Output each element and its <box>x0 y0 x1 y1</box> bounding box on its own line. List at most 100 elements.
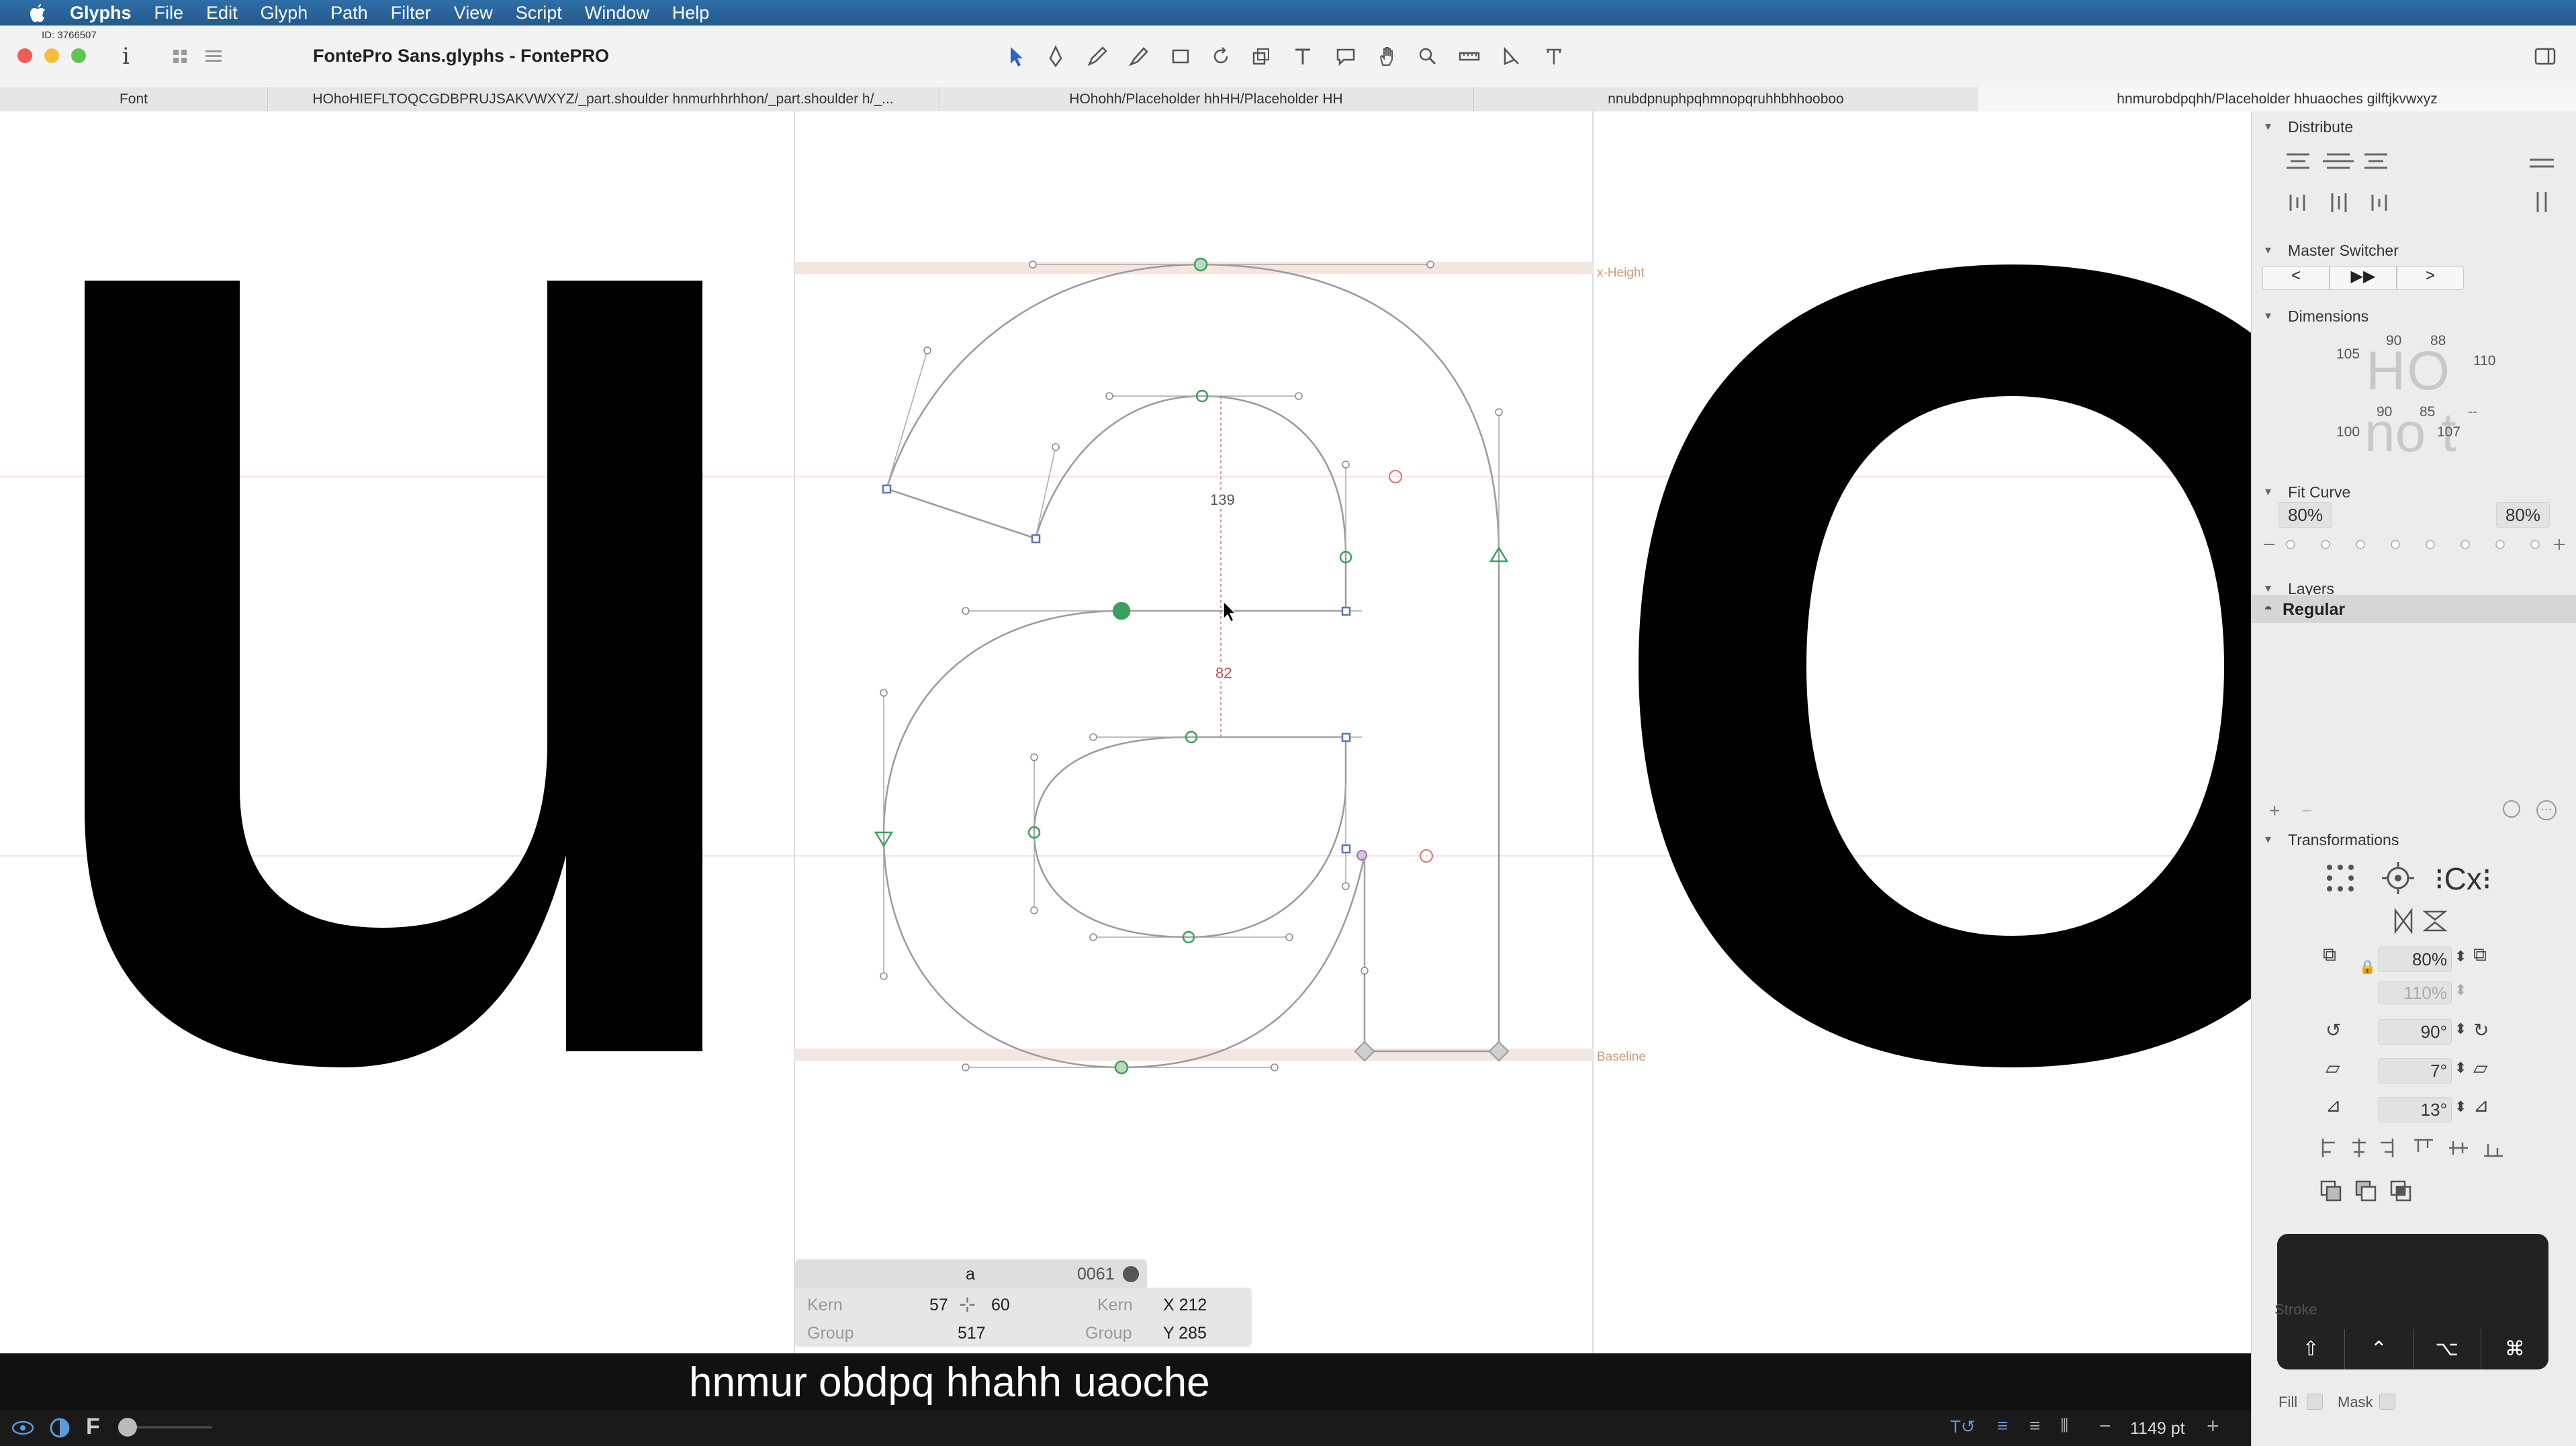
view-mode-toggle[interactable] <box>168 43 227 68</box>
layer-name[interactable]: Regular <box>2283 600 2345 620</box>
dim-t-bar[interactable]: -- <box>2468 404 2477 420</box>
dim-h-stem[interactable]: 105 <box>2336 346 2360 363</box>
unicode-info-icon[interactable] <box>1123 1266 1139 1282</box>
remove-layer-button[interactable]: − <box>2301 800 2312 822</box>
transform-center-x-icon[interactable]: ⁝Cx⁝ <box>2434 861 2491 897</box>
menu-file[interactable]: File <box>154 0 184 26</box>
text-tool-button[interactable] <box>1289 42 1316 71</box>
menu-edit[interactable]: Edit <box>206 0 238 26</box>
slant-right-icon[interactable]: ▱ <box>2473 1057 2488 1079</box>
text-direction-icon[interactable]: T↺ <box>1950 1416 1976 1437</box>
zoom-out-button[interactable]: − <box>2099 1415 2111 1438</box>
menu-script[interactable]: Script <box>516 0 562 26</box>
slant-stepper-icon[interactable]: ⬍ <box>2454 1059 2467 1077</box>
width-link-icon[interactable]: ⊹ <box>959 1293 976 1316</box>
play-masters-button[interactable]: ▶▶ <box>2330 266 2397 290</box>
tab-text-1[interactable]: HOhoHIEFLTOQCGDBPRUJSAKVWXYZ/_part.shoul… <box>267 87 939 111</box>
layer-row-regular[interactable]: ◓ Regular <box>2252 595 2576 623</box>
corner-nodes[interactable] <box>882 484 1351 854</box>
glyph-o[interactable] <box>1639 264 2251 1067</box>
on-curve-nodes[interactable] <box>874 257 1509 1075</box>
brush-tool-button[interactable] <box>1125 42 1152 71</box>
scale-lock-icon[interactable]: 🔒 <box>2359 959 2376 975</box>
layer-filter-icon[interactable] <box>2503 800 2520 818</box>
anchor-points[interactable] <box>1356 470 1433 863</box>
align-justify-icon[interactable]: ⦀ <box>2060 1415 2068 1437</box>
align-buttons[interactable] <box>2319 1136 2514 1160</box>
info-icon[interactable]: i <box>122 43 130 70</box>
skew-stepper-icon[interactable]: ⬍ <box>2454 1098 2467 1116</box>
tab-text-3[interactable]: nnubdpnuphpqhmnopqruhhbhhooboo <box>1473 87 1979 111</box>
skew-field[interactable]: 13° <box>2378 1097 2452 1122</box>
dim-o-bar[interactable]: 88 <box>2430 333 2446 349</box>
previous-master-button[interactable]: < <box>2262 266 2330 290</box>
master-switcher-title[interactable]: Master Switcher <box>2288 242 2399 260</box>
zoom-window-button[interactable] <box>71 48 86 63</box>
transformations-chevron-icon[interactable]: ▾ <box>2265 832 2271 847</box>
rotate-cw-icon[interactable]: ↻ <box>2473 1019 2489 1041</box>
fit-curve-title[interactable]: Fit Curve <box>2288 483 2350 501</box>
left-sidebearing[interactable]: 57 <box>929 1296 948 1315</box>
metrics-tool-button[interactable] <box>1540 42 1567 71</box>
glyph-canvas-svg[interactable] <box>0 111 2251 1353</box>
fit-curve-max-field[interactable]: 80% <box>2496 502 2550 528</box>
distribute-title[interactable]: Distribute <box>2288 118 2353 136</box>
x-coordinate[interactable]: X 212 <box>1163 1296 1207 1315</box>
dim-o-stem[interactable]: 110 <box>2473 353 2495 369</box>
dimensions-chevron-icon[interactable]: ▾ <box>2265 309 2271 323</box>
dim-o-lower-bar[interactable]: 85 <box>2420 404 2435 420</box>
menu-glyph[interactable]: Glyph <box>261 0 308 26</box>
apple-icon[interactable] <box>24 0 51 26</box>
hand-tool-button[interactable] <box>1374 42 1401 71</box>
scale-vertical-stepper-icon[interactable]: ⬍ <box>2454 981 2467 999</box>
transform-origin-grid-icon[interactable] <box>2321 862 2375 896</box>
align-left-icon[interactable]: ≡ <box>1997 1415 2008 1437</box>
distribute-icons[interactable] <box>2283 146 2558 213</box>
right-sidebearing[interactable]: 60 <box>991 1296 1010 1315</box>
draw-tool-button[interactable] <box>1084 42 1111 71</box>
dim-o-lower-stem[interactable]: 107 <box>2437 424 2460 440</box>
sidebar-toggle-button[interactable] <box>2532 42 2559 71</box>
dimensions-title[interactable]: Dimensions <box>2288 307 2368 326</box>
rotate-ccw-icon[interactable]: ↺ <box>2326 1019 2341 1041</box>
scale-vertical-field[interactable]: 110% <box>2378 981 2452 1004</box>
fill-checkbox[interactable] <box>2307 1394 2323 1410</box>
slant-field[interactable]: 7° <box>2378 1058 2452 1083</box>
menu-path[interactable]: Path <box>330 0 368 26</box>
zoom-tool-button[interactable] <box>1414 42 1441 71</box>
add-layer-button[interactable]: + <box>2269 800 2280 822</box>
mirror-icons[interactable] <box>2391 908 2452 934</box>
transformations-title[interactable]: Transformations <box>2288 831 2399 849</box>
dim-n-stem[interactable]: 100 <box>2336 424 2360 440</box>
menu-app-glyphs[interactable]: Glyphs <box>70 0 132 26</box>
glyph-name[interactable]: a <box>966 1265 975 1284</box>
glyph-unicode[interactable]: 0061 <box>1077 1265 1115 1284</box>
glyph-a-outline[interactable] <box>882 263 1500 1069</box>
annotation-tool-button[interactable] <box>1332 42 1359 71</box>
menu-filter[interactable]: Filter <box>391 0 431 26</box>
primitives-tool-button[interactable] <box>1167 42 1194 71</box>
invert-preview-icon[interactable] <box>48 1416 71 1439</box>
knife-tool-button[interactable] <box>1498 42 1524 71</box>
boolean-ops-buttons[interactable] <box>2319 1177 2413 1204</box>
dim-n-bar[interactable]: 90 <box>2377 404 2392 420</box>
glyph-width[interactable]: 517 <box>958 1324 986 1343</box>
tab-font[interactable]: Font <box>0 87 268 111</box>
next-master-button[interactable]: > <box>2397 266 2464 290</box>
rotate-field[interactable]: 90° <box>2378 1019 2452 1045</box>
slant-left-icon[interactable]: ▱ <box>2326 1057 2340 1079</box>
eye-icon[interactable] <box>11 1418 35 1438</box>
mask-checkbox[interactable] <box>2379 1394 2395 1410</box>
layer-eye-icon[interactable]: ◓ <box>2264 600 2272 618</box>
menu-view[interactable]: View <box>454 0 493 26</box>
minimize-window-button[interactable] <box>44 48 59 63</box>
dim-h-bar[interactable]: 90 <box>2386 333 2401 349</box>
edit-canvas[interactable]: x-Height Baseline 139 82 <box>0 111 2251 1353</box>
layer-more-icon[interactable]: ··· <box>2536 800 2557 820</box>
zoom-in-button[interactable]: + <box>2207 1414 2219 1439</box>
preview-mode-letter[interactable]: F <box>86 1414 100 1440</box>
zoom-level[interactable]: 1149 pt <box>2130 1419 2185 1439</box>
pen-tool-button[interactable] <box>1042 42 1069 71</box>
rotate-tool-button[interactable] <box>1207 42 1234 71</box>
transform-origin-crosshair-icon[interactable] <box>2381 861 2416 896</box>
